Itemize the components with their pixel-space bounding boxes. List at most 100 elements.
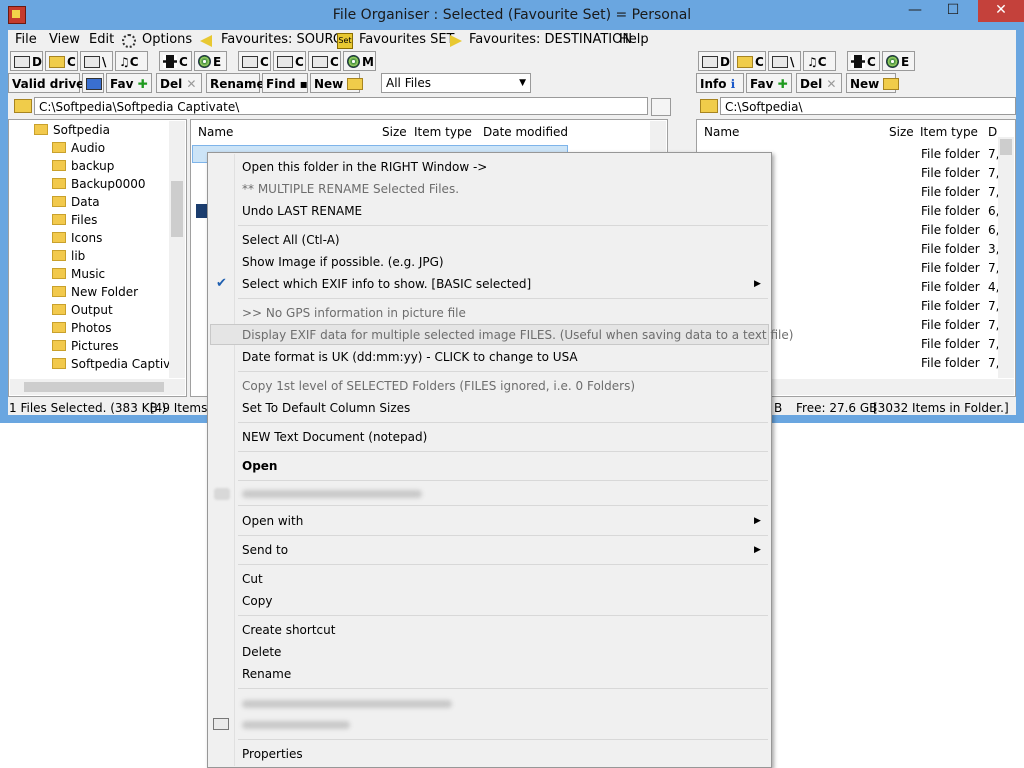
right-col-size[interactable]: Size: [889, 121, 914, 143]
right-drive-d-button[interactable]: D: [698, 51, 731, 71]
menu-send-to[interactable]: Send to: [242, 539, 288, 561]
left-col-name[interactable]: Name: [198, 121, 233, 143]
refresh-folder-button[interactable]: [651, 98, 671, 116]
tree-item[interactable]: Files: [52, 211, 97, 229]
right-row-type[interactable]: File folder: [921, 183, 980, 202]
right-col-name[interactable]: Name: [704, 121, 739, 143]
right-row-type[interactable]: File folder: [921, 164, 980, 183]
right-film-c-button[interactable]: C: [847, 51, 880, 71]
menu-create-shortcut[interactable]: Create shortcut: [242, 619, 335, 641]
menu-copy[interactable]: Copy: [242, 590, 272, 612]
valid-drives-button[interactable]: Valid drives: [8, 73, 91, 93]
del-button-right[interactable]: Del ✕: [796, 73, 842, 93]
menu-delete[interactable]: Delete: [242, 641, 281, 663]
menu-default-columns[interactable]: Set To Default Column Sizes: [242, 397, 410, 419]
tree-item[interactable]: backup: [52, 157, 114, 175]
right-row-type[interactable]: File folder: [921, 354, 980, 373]
scrollbar-thumb[interactable]: [171, 181, 183, 237]
right-row-type[interactable]: File folder: [921, 145, 980, 164]
maximize-button[interactable]: ☐: [936, 0, 970, 22]
menu-favourites-source[interactable]: Favourites: SOURCE: [221, 30, 350, 50]
new-button-left[interactable]: New: [310, 73, 364, 93]
menu-undo-rename[interactable]: Undo LAST RENAME: [242, 200, 362, 222]
right-row-type[interactable]: File folder: [921, 316, 980, 335]
right-row-type[interactable]: File folder: [921, 240, 980, 259]
tree-item[interactable]: New Folder: [52, 283, 138, 301]
tree-item[interactable]: Output: [52, 301, 113, 319]
drive-root-button[interactable]: \: [80, 51, 113, 71]
blurred-menu-item[interactable]: [242, 721, 350, 729]
tree-item[interactable]: Music: [52, 265, 105, 283]
folder-c-button[interactable]: C: [45, 51, 78, 71]
right-row-type[interactable]: File folder: [921, 335, 980, 354]
menu-file[interactable]: File: [15, 30, 37, 50]
left-address-bar[interactable]: C:\Softpedia\Softpedia Captivate\: [34, 97, 648, 115]
menu-help[interactable]: Help: [619, 30, 649, 50]
drive-c-button-3[interactable]: C: [308, 51, 341, 71]
right-folder-c-button[interactable]: C: [733, 51, 766, 71]
disc-m-button[interactable]: M: [343, 51, 376, 71]
right-row-type[interactable]: File folder: [921, 278, 980, 297]
right-disc-e-button[interactable]: E: [882, 51, 915, 71]
tree-item[interactable]: Audio: [52, 139, 105, 157]
minimize-button[interactable]: —: [898, 0, 932, 22]
new-button-right[interactable]: New: [846, 73, 900, 93]
menu-open[interactable]: Open: [242, 455, 277, 477]
tree-item[interactable]: Icons: [52, 229, 102, 247]
menu-multiple-rename[interactable]: ** MULTIPLE RENAME Selected Files.: [242, 178, 459, 200]
right-music-c-button[interactable]: ♫C: [803, 51, 836, 71]
right-row-type[interactable]: File folder: [921, 259, 980, 278]
rename-button[interactable]: Rename: [206, 73, 265, 93]
tree-item[interactable]: Backup0000: [52, 175, 146, 193]
file-filter-select[interactable]: All Files ▼: [381, 73, 531, 93]
folder-up-icon[interactable]: [700, 99, 718, 113]
tree-item-root[interactable]: Softpedia: [34, 121, 110, 139]
menu-favourites-set[interactable]: Favourites SET: [359, 30, 455, 50]
drive-c-button-2[interactable]: C: [273, 51, 306, 71]
left-col-type[interactable]: Item type: [414, 121, 472, 143]
film-c-button[interactable]: C: [159, 51, 192, 71]
right-row-type[interactable]: File folder: [921, 202, 980, 221]
tree-item[interactable]: Softpedia Captivat: [52, 355, 182, 373]
info-button[interactable]: Info ℹ: [696, 73, 744, 93]
disc-e-button[interactable]: E: [194, 51, 227, 71]
left-col-date[interactable]: Date modified: [483, 121, 568, 143]
fav-button-right[interactable]: Fav ✚: [746, 73, 792, 93]
music-c-button[interactable]: ♫C: [115, 51, 148, 71]
right-address-bar[interactable]: C:\Softpedia\: [720, 97, 1016, 115]
menu-display-exif[interactable]: Display EXIF data for multiple selected …: [242, 324, 793, 346]
monitor-button[interactable]: [82, 73, 104, 93]
menu-open-with[interactable]: Open with: [242, 510, 303, 532]
close-button[interactable]: ✕: [978, 0, 1024, 22]
right-row-type[interactable]: File folder: [921, 297, 980, 316]
menu-favourites-destination[interactable]: Favourites: DESTINATION: [469, 30, 632, 50]
right-col-type[interactable]: Item type: [920, 121, 978, 143]
folder-up-icon[interactable]: [14, 99, 32, 113]
drive-d-button[interactable]: D: [10, 51, 43, 71]
menu-open-right-window[interactable]: Open this folder in the RIGHT Window ->: [242, 156, 487, 178]
menu-no-gps[interactable]: >> No GPS information in picture file: [242, 302, 466, 324]
scrollbar-thumb[interactable]: [1000, 139, 1012, 155]
menu-cut[interactable]: Cut: [242, 568, 263, 590]
tree-item[interactable]: lib: [52, 247, 85, 265]
right-row-type[interactable]: File folder: [921, 221, 980, 240]
tree-item[interactable]: Photos: [52, 319, 111, 337]
blurred-menu-item[interactable]: [242, 490, 422, 498]
menu-select-all[interactable]: Select All (Ctl-A): [242, 229, 340, 251]
menu-copy-folders[interactable]: Copy 1st level of SELECTED Folders (FILE…: [242, 375, 635, 397]
tree-item[interactable]: Pictures: [52, 337, 119, 355]
tree-h-scrollbar[interactable]: [10, 379, 185, 395]
menu-properties[interactable]: Properties: [242, 743, 303, 765]
left-col-size[interactable]: Size: [382, 121, 407, 143]
right-col-date[interactable]: D: [988, 121, 997, 143]
right-drive-root-button[interactable]: \: [768, 51, 801, 71]
menu-date-format[interactable]: Date format is UK (dd:mm:yy) - CLICK to …: [242, 346, 578, 368]
drive-c-button-1[interactable]: C: [238, 51, 271, 71]
scrollbar-thumb[interactable]: [24, 382, 164, 392]
menu-options[interactable]: Options: [142, 30, 192, 50]
blurred-menu-item[interactable]: [242, 700, 452, 708]
del-button-left[interactable]: Del ✕: [156, 73, 202, 93]
find-button[interactable]: Find ▪: [262, 73, 308, 93]
menu-rename[interactable]: Rename: [242, 663, 291, 685]
right-list-scrollbar[interactable]: [998, 137, 1014, 378]
